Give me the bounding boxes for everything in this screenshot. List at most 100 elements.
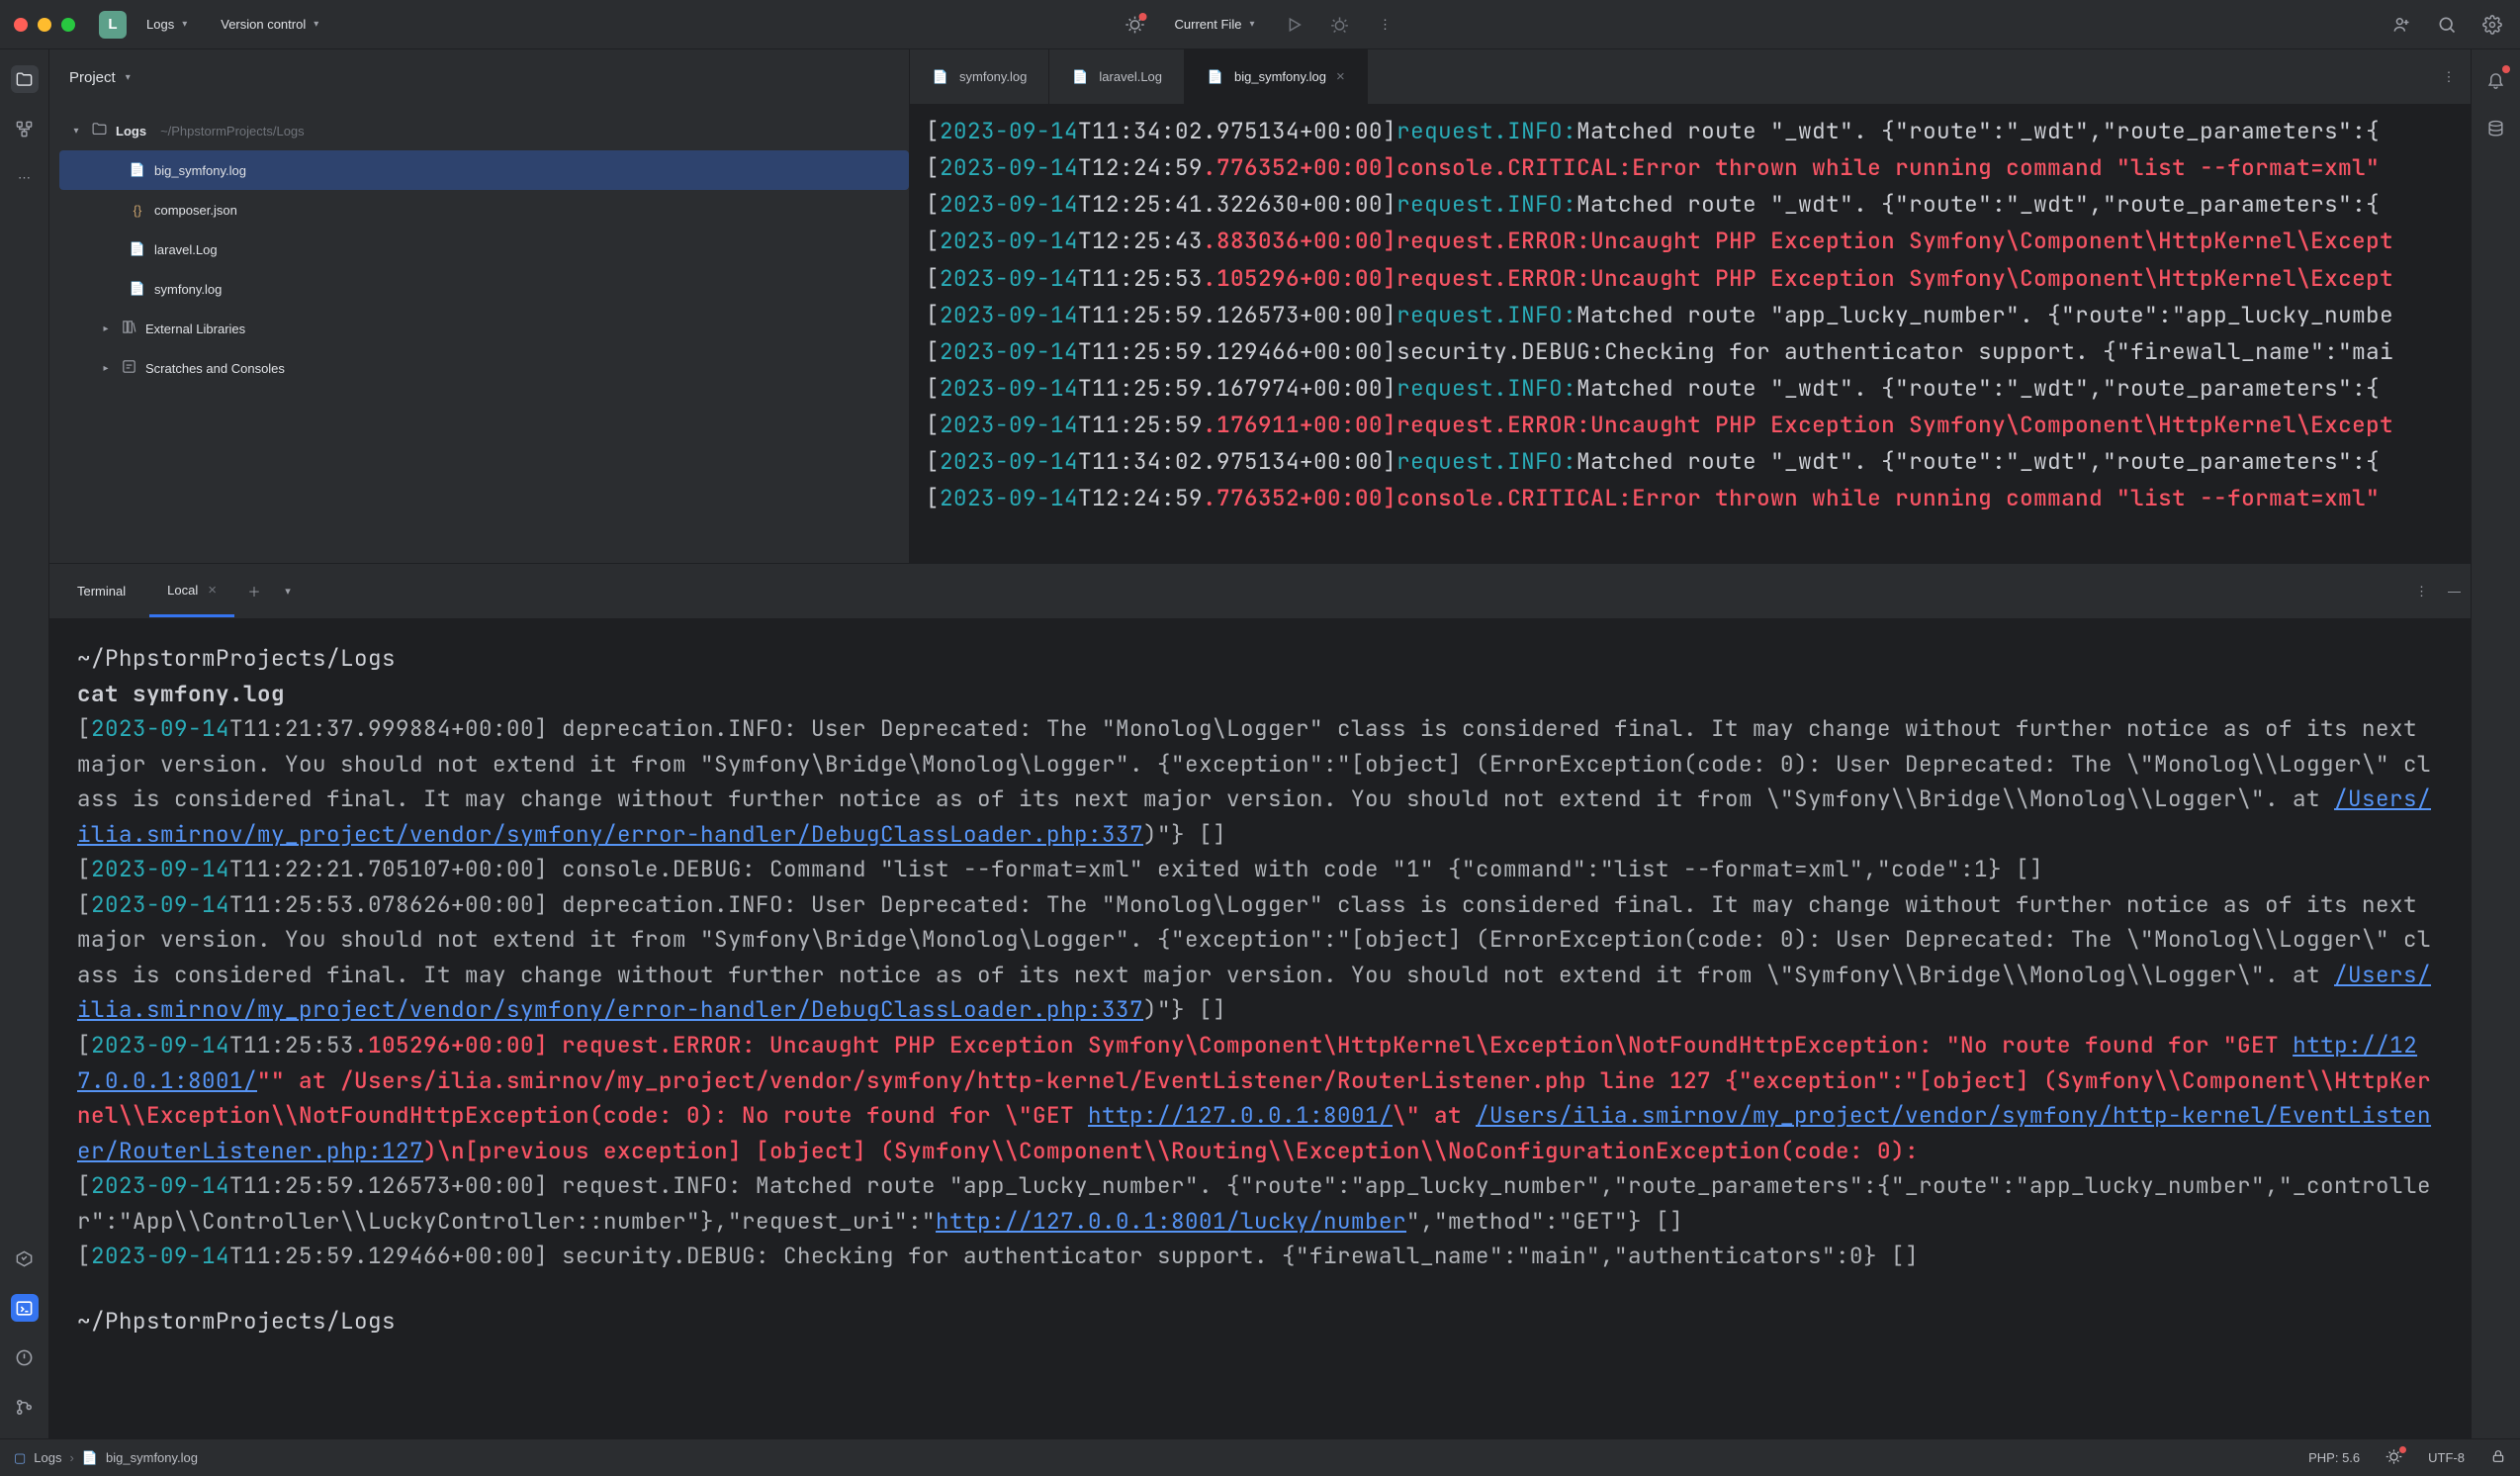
log-file-icon: 📄 (129, 240, 146, 258)
scratch-icon (121, 358, 137, 378)
terminal-body[interactable]: ~/PhpstormProjects/Logs cat symfony.log … (49, 619, 2471, 1438)
more-icon[interactable]: ⋮ (1371, 11, 1398, 39)
tree-external-libs[interactable]: ▸ External Libraries (59, 309, 909, 348)
maximize-window[interactable] (61, 18, 75, 32)
tree-root-name: Logs (116, 124, 146, 138)
tabs-more-icon[interactable]: ⋮ (2427, 49, 2471, 104)
log-file-icon: 📄 (1071, 68, 1089, 86)
tab-label: laravel.Log (1099, 69, 1162, 84)
log-line: [2023-09-14T11:34:02.975134+00:00] reque… (926, 443, 2455, 480)
project-name-label: Logs (146, 17, 174, 32)
tree-file[interactable]: 📄 symfony.log (59, 269, 909, 309)
terminal-dropdown-icon[interactable]: ▾ (274, 578, 302, 605)
right-tool-rail (2471, 49, 2520, 1438)
minimize-window[interactable] (38, 18, 51, 32)
terminal-line: [2023-09-14T11:25:59.126573+00:00] reque… (77, 1168, 2443, 1239)
terminal-line: [2023-09-14T11:21:37.999884+00:00] depre… (77, 711, 2443, 852)
expand-toggle-icon[interactable]: ▸ (99, 363, 113, 374)
chevron-right-icon: › (70, 1450, 74, 1465)
terminal-line: [2023-09-14T11:25:53.105296+00:00] reque… (77, 1028, 2443, 1168)
log-line: [2023-09-14T11:25:53.105296+00:00] reque… (926, 260, 2455, 297)
readonly-icon[interactable] (2490, 1448, 2506, 1467)
problems-tool-icon[interactable] (11, 1343, 39, 1371)
tree-item-label: External Libraries (145, 322, 245, 336)
tab-symfony-log[interactable]: 📄 symfony.log (910, 49, 1049, 104)
inspections-icon[interactable] (1122, 11, 1149, 39)
current-file-label: Current File (1175, 17, 1242, 32)
terminal-tab-label: Local (167, 583, 198, 598)
log-file-icon: 📄 (129, 161, 146, 179)
chevron-down-icon: ▾ (182, 19, 187, 30)
terminal-line: [2023-09-14T11:25:59.129466+00:00] secur… (77, 1239, 2443, 1274)
tree-file[interactable]: {} composer.json (59, 190, 909, 230)
log-line: [2023-09-14T12:25:43.883036+00:00] reque… (926, 223, 2455, 259)
terminal-options-icon[interactable]: ⋮ (2415, 584, 2428, 600)
chevron-down-icon: ▾ (126, 72, 131, 83)
terminal-header: Terminal Local × ＋ ▾ ⋮ — (49, 564, 2471, 619)
statusbar: ▢ Logs › 📄 big_symfony.log PHP: 5.6 UTF-… (0, 1438, 2520, 1476)
project-tool-icon[interactable] (11, 65, 39, 93)
left-tool-rail: ⋯ (0, 49, 49, 1438)
notifications-icon[interactable] (2482, 65, 2510, 93)
git-tool-icon[interactable] (11, 1393, 39, 1421)
terminal-line: [2023-09-14T11:22:21.705107+00:00] conso… (77, 852, 2443, 887)
vcs-menu[interactable]: Version control ▾ (211, 11, 328, 38)
terminal-tool-icon[interactable] (11, 1294, 39, 1322)
tree-root[interactable]: ▾ Logs ~/PhpstormProjects/Logs (59, 111, 909, 150)
expand-toggle-icon[interactable]: ▾ (69, 126, 83, 137)
terminal-title[interactable]: Terminal (59, 564, 143, 618)
log-line: [2023-09-14T11:25:59.167974+00:00] reque… (926, 370, 2455, 407)
vcs-label: Version control (221, 17, 306, 32)
search-icon[interactable] (2433, 11, 2461, 39)
tab-big-symfony-log[interactable]: 📄 big_symfony.log × (1185, 49, 1368, 104)
breadcrumb-root: Logs (34, 1450, 61, 1465)
new-terminal-icon[interactable]: ＋ (240, 578, 268, 605)
close-icon[interactable]: × (208, 582, 217, 599)
log-file-icon: 📄 (82, 1450, 98, 1466)
log-line: [2023-09-14T11:25:59.176911+00:00] reque… (926, 407, 2455, 443)
close-icon[interactable]: × (1336, 68, 1345, 85)
minimize-panel-icon[interactable]: — (2448, 584, 2461, 599)
log-editor-content[interactable]: [2023-09-14T11:34:02.975134+00:00] reque… (910, 105, 2471, 563)
tree-scratches[interactable]: ▸ Scratches and Consoles (59, 348, 909, 388)
json-file-icon: {} (129, 201, 146, 219)
tab-laravel-log[interactable]: 📄 laravel.Log (1049, 49, 1185, 104)
chevron-down-icon: ▾ (314, 19, 318, 30)
module-icon: ▢ (14, 1450, 26, 1466)
library-icon (121, 319, 137, 338)
debug-icon[interactable] (1325, 11, 1353, 39)
settings-icon[interactable] (2478, 11, 2506, 39)
expand-toggle-icon[interactable]: ▸ (99, 323, 113, 334)
terminal-cwd: ~/PhpstormProjects/Logs (77, 641, 2443, 677)
encoding[interactable]: UTF-8 (2428, 1450, 2465, 1465)
run-config-selector[interactable]: Current File ▾ (1167, 13, 1263, 36)
interpreter-icon[interactable] (2385, 1448, 2402, 1468)
project-menu[interactable]: Logs ▾ (136, 11, 197, 38)
services-tool-icon[interactable] (11, 1245, 39, 1272)
url-link[interactable]: http://127.0.0.1:8001/ (1088, 1100, 1393, 1130)
window-controls (14, 18, 75, 32)
database-tool-icon[interactable] (2482, 115, 2510, 142)
terminal-tab-local[interactable]: Local × (149, 565, 234, 617)
code-with-me-icon[interactable] (2387, 11, 2415, 39)
php-version[interactable]: PHP: 5.6 (2308, 1450, 2360, 1465)
url-link[interactable]: http://127.0.0.1:8001/lucky/number (936, 1206, 1406, 1236)
project-badge[interactable]: L (99, 11, 127, 39)
breadcrumb[interactable]: ▢ Logs › 📄 big_symfony.log (14, 1450, 198, 1466)
tab-label: big_symfony.log (1234, 69, 1326, 84)
titlebar: L Logs ▾ Version control ▾ Current File … (0, 0, 2520, 49)
chevron-down-icon: ▾ (1249, 19, 1254, 30)
terminal-panel: Terminal Local × ＋ ▾ ⋮ — ~/PhpstormProje… (49, 564, 2471, 1438)
tree-file[interactable]: 📄 laravel.Log (59, 230, 909, 269)
structure-tool-icon[interactable] (11, 115, 39, 142)
tree-file-name: symfony.log (154, 282, 222, 297)
log-file-icon: 📄 (932, 68, 949, 86)
project-panel-header[interactable]: Project ▾ (49, 49, 909, 105)
editor-area: 📄 symfony.log 📄 laravel.Log 📄 big_symfon… (910, 49, 2471, 563)
more-tools-icon[interactable]: ⋯ (11, 164, 39, 192)
folder-icon (91, 121, 108, 140)
close-window[interactable] (14, 18, 28, 32)
run-icon[interactable] (1280, 11, 1307, 39)
log-line: [2023-09-14T11:25:59.126573+00:00] reque… (926, 297, 2455, 333)
tree-file[interactable]: 📄 big_symfony.log (59, 150, 909, 190)
